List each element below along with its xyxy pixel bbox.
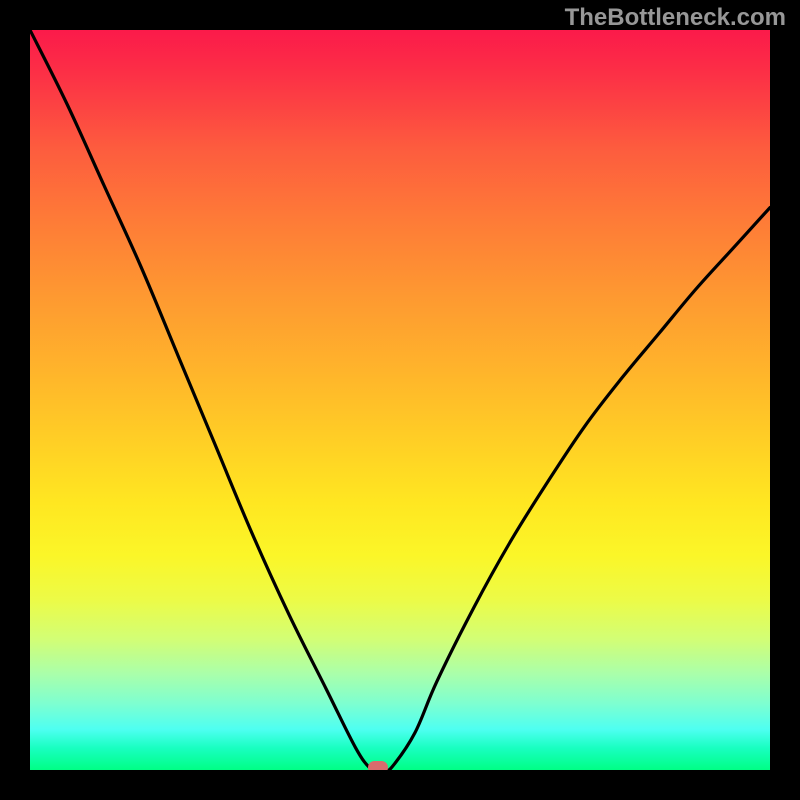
chart-container: TheBottleneck.com	[0, 0, 800, 800]
plot-area	[30, 30, 770, 770]
optimum-marker	[368, 761, 388, 770]
watermark-text: TheBottleneck.com	[565, 4, 786, 32]
bottleneck-curve	[30, 30, 770, 770]
